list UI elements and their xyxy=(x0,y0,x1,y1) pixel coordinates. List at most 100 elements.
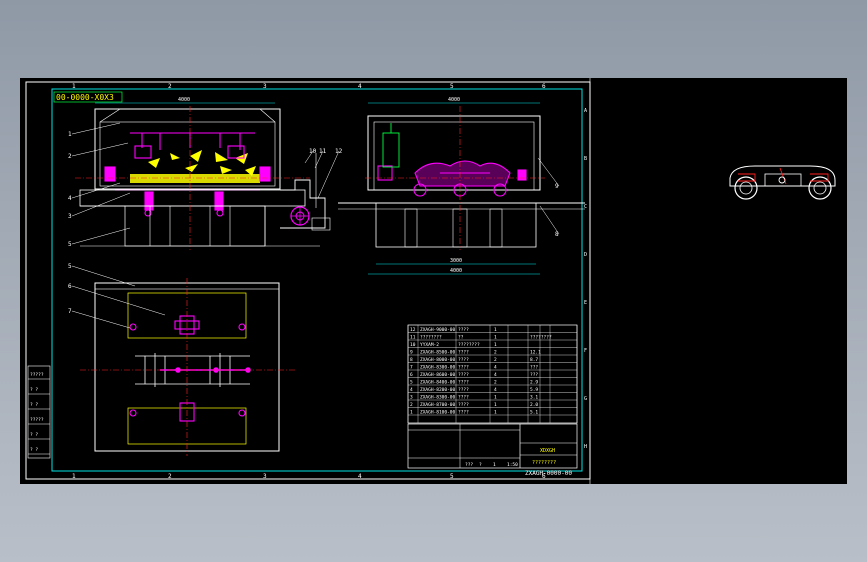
parts-list-code: ZXAGH-9000-00 xyxy=(420,327,456,333)
grid-column-label: 3 xyxy=(263,83,267,90)
grid-column-label: 4 xyxy=(358,83,362,90)
parts-list-code: ZXAGH-8100-00 xyxy=(420,410,456,416)
parts-list-code: ZXAGH-8500-00 xyxy=(420,350,456,356)
parts-list-code: ZXAGH-8000-00 xyxy=(420,357,456,363)
parts-list-quantity: 2 xyxy=(494,380,497,386)
parts-list-number: 3 xyxy=(410,395,413,401)
parts-list-number: 2 xyxy=(410,402,413,408)
grid-row-label: G xyxy=(584,396,587,402)
grid-column-label: 4 xyxy=(358,473,362,480)
parts-list-code: ZXAGH-8300-00 xyxy=(420,395,456,401)
parts-list-quantity: 2 xyxy=(494,350,497,356)
title-block-drawing-code: ZXAGH-0000-00 xyxy=(525,470,572,477)
callout-number: 5 xyxy=(68,263,72,270)
left-strip-label: ? ? xyxy=(30,387,38,393)
drawing-number: 00-0000-X0X3 xyxy=(56,93,114,102)
plan-view: 5 6 7 xyxy=(68,263,295,456)
leader-line xyxy=(71,227,131,245)
parts-list-name: ???? xyxy=(458,327,469,333)
callout-number: 3 xyxy=(68,213,72,220)
front-view-callouts: 1234510 11 12 xyxy=(68,122,343,248)
parts-list-quantity: 1 xyxy=(494,342,497,348)
title-block-company: XDXGH xyxy=(540,448,555,454)
parts-list-quantity: 4 xyxy=(494,372,497,378)
parts-list-code: YYXAM-2 xyxy=(420,342,439,348)
leader-line xyxy=(537,157,560,187)
left-strip-label: ? ? xyxy=(30,402,38,408)
parts-list-note: 2.9 xyxy=(530,380,538,386)
parts-list-quantity: 1 xyxy=(494,335,497,341)
leader-line xyxy=(71,122,121,135)
parts-list-code: ZXAGH-8200-00 xyxy=(420,387,456,393)
parts-list-code: ZXAGH-8300-00 xyxy=(420,365,456,371)
side-cylinder xyxy=(382,123,400,168)
grid-row-label: F xyxy=(584,348,587,354)
parts-list-quantity: 4 xyxy=(494,387,497,393)
parts-list-name: ???? xyxy=(458,410,469,416)
callout-number: 7 xyxy=(68,308,72,315)
side-bottom-dimension-1: 3000 xyxy=(450,258,462,264)
leader-line xyxy=(317,150,340,199)
parts-list-name: ???? xyxy=(458,357,469,363)
callout-number: 6 xyxy=(68,283,72,290)
parts-list-note: 5.1 xyxy=(530,410,538,416)
grid-row-label: A xyxy=(584,108,587,114)
grid-row-labels: ABCDEFGH xyxy=(584,108,587,450)
side-pit xyxy=(375,202,537,248)
parts-list-number: 5 xyxy=(410,380,413,386)
parts-list-code: ZXAGH-8400-00 xyxy=(420,380,456,386)
front-top-dimension: 4000 xyxy=(178,97,190,103)
side-view-callouts: 98 xyxy=(537,157,560,238)
hot-air-duct xyxy=(280,179,326,229)
parts-list-number: 1 xyxy=(410,410,413,416)
model-space-preview xyxy=(726,165,838,206)
parts-list-table: 12 ZXAGH-9000-00???? 111?????????? 1???????… xyxy=(407,324,578,424)
grid-column-label: 5 xyxy=(450,473,454,480)
left-strip-label: ????? xyxy=(30,417,44,423)
callout-number: 11 xyxy=(319,148,327,155)
parts-list-name: ???? xyxy=(458,380,469,386)
grid-column-label: 1 xyxy=(72,83,76,90)
parts-list-number: 12 xyxy=(410,327,416,333)
sheet-inner-border xyxy=(51,88,583,472)
parts-list-number: 11 xyxy=(410,335,416,341)
parts-list-code: ZXAGH-8600-00 xyxy=(420,372,456,378)
grid-row-label: H xyxy=(584,444,587,450)
parts-list-number: 9 xyxy=(410,350,413,356)
cad-model-viewport[interactable]: 123456 123456 ABCDEFGH 00-0000-X0X3 4000 xyxy=(20,78,847,484)
grid-row-label: B xyxy=(584,156,587,162)
title-block-scale-row: ???? 1 1:50 xyxy=(465,462,518,468)
callout-number: 12 xyxy=(335,148,343,155)
left-revision-strip: ????? ? ? ? ?????? ? ? ? ? xyxy=(27,365,51,459)
callout-number: 2 xyxy=(68,153,72,160)
parts-list-note: ???????? xyxy=(530,335,552,341)
grid-column-label: 6 xyxy=(542,83,546,90)
callout-number: 5 xyxy=(68,241,72,248)
plan-axis-lines xyxy=(80,278,295,456)
parts-list-number: 7 xyxy=(410,365,413,371)
parts-list-quantity: 4 xyxy=(494,365,497,371)
callout-number: 1 xyxy=(68,131,72,138)
parts-list-note: ??? xyxy=(530,372,538,378)
scale-row-cell: ? xyxy=(479,462,482,468)
leader-line xyxy=(71,310,131,329)
grid-column-label: 2 xyxy=(168,83,172,90)
parts-list-quantity: 1 xyxy=(494,402,497,408)
parts-list-code: ZXAGH-8700-00 xyxy=(420,402,456,408)
parts-list-number: 10 xyxy=(410,342,416,348)
parts-list-quantity: 1 xyxy=(494,395,497,401)
callout-number: 10 xyxy=(309,148,317,155)
parts-list-name: ???????? xyxy=(458,342,480,348)
cad-drawing: 123456 123456 ABCDEFGH 00-0000-X0X3 4000 xyxy=(25,78,838,484)
grid-column-label: 3 xyxy=(263,473,267,480)
plan-view-callouts: 5 6 7 xyxy=(68,263,166,329)
parts-list-name: ???? xyxy=(458,387,469,393)
parts-list-number: 8 xyxy=(410,357,413,363)
parts-list-name: ???? xyxy=(458,395,469,401)
parts-list-note: 12.1 xyxy=(530,350,541,356)
grid-column-label: 2 xyxy=(168,473,172,480)
sheet-outer-border xyxy=(25,81,591,480)
scale-row-cell: 1 xyxy=(493,462,496,468)
front-view: 4000 1234510 11 12 xyxy=(68,97,343,250)
leader-line xyxy=(539,205,560,235)
